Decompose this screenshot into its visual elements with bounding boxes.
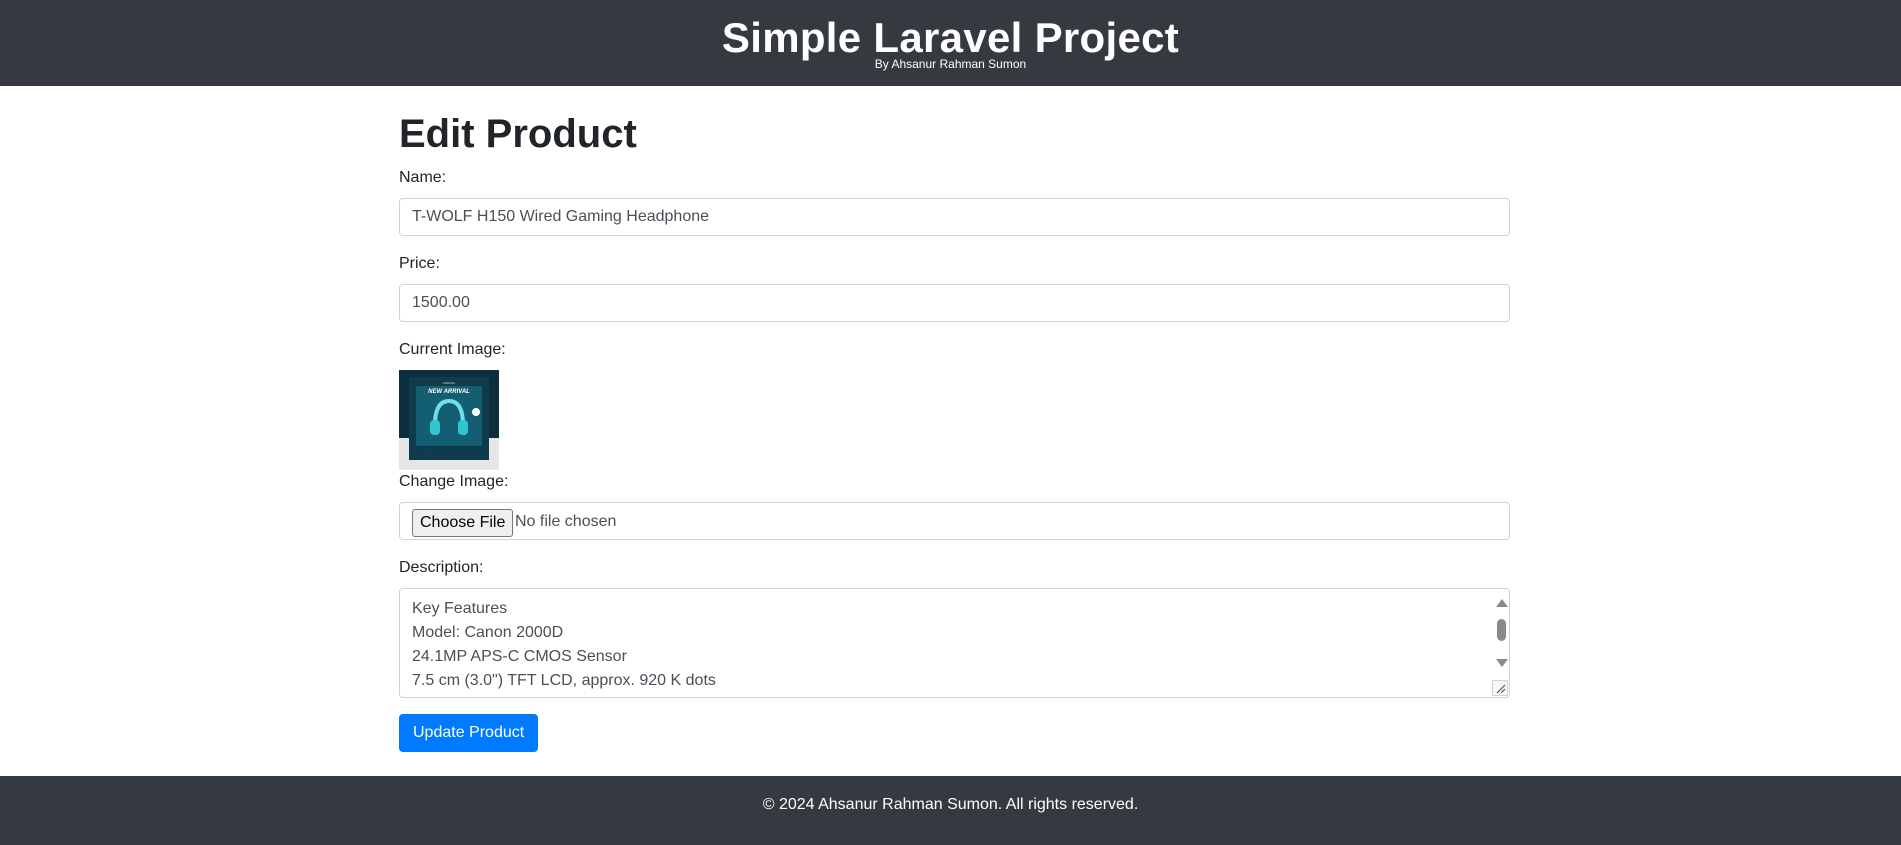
svg-text:NEW ARRIVAL: NEW ARRIVAL bbox=[428, 389, 470, 395]
price-label: Price: bbox=[399, 255, 440, 272]
footer-copyright: © 2024 Ahsanur Rahman Sumon. All rights … bbox=[762, 796, 1139, 813]
file-status-text: No file chosen bbox=[515, 513, 617, 530]
update-product-button[interactable]: Update Product bbox=[399, 714, 539, 752]
site-header: Simple Laravel Project By Ahsanur Rahman… bbox=[0, 0, 1901, 86]
description-scrollbar[interactable] bbox=[1493, 589, 1509, 683]
textarea-resize-handle-icon[interactable] bbox=[1492, 680, 1508, 696]
name-input[interactable]: T-WOLF H150 Wired Gaming Headphone bbox=[399, 198, 1510, 236]
scroll-up-arrow-icon[interactable] bbox=[1496, 599, 1508, 607]
scroll-thumb[interactable] bbox=[1497, 619, 1506, 641]
choose-file-button[interactable]: Choose File bbox=[412, 509, 514, 537]
name-label: Name: bbox=[399, 169, 447, 186]
description-line: Model: Canon 2000D bbox=[412, 624, 564, 641]
description-label: Description: bbox=[399, 559, 484, 576]
price-input[interactable]: 1500.00 bbox=[399, 284, 1510, 322]
image-file-input[interactable]: Choose File No file chosen bbox=[399, 502, 1510, 540]
headphone-product-image: ARRIVAL NEW ARRIVAL bbox=[399, 370, 499, 470]
resize-grip-icon bbox=[1496, 684, 1506, 694]
site-footer: © 2024 Ahsanur Rahman Sumon. All rights … bbox=[0, 776, 1901, 845]
current-product-image: ARRIVAL NEW ARRIVAL bbox=[399, 370, 499, 470]
description-textarea[interactable]: Key Features Model: Canon 2000D 24.1MP A… bbox=[399, 588, 1510, 698]
change-image-label: Change Image: bbox=[399, 473, 509, 490]
description-text: Key Features Model: Canon 2000D 24.1MP A… bbox=[412, 597, 716, 693]
svg-text:ARRIVAL: ARRIVAL bbox=[443, 381, 456, 385]
description-line: Key Features bbox=[412, 600, 508, 617]
page-title: Edit Product bbox=[399, 112, 637, 156]
description-line: 7.5 cm (3.0") TFT LCD, approx. 920 K dot… bbox=[412, 672, 716, 689]
scroll-down-arrow-icon[interactable] bbox=[1496, 659, 1508, 667]
current-image-label: Current Image: bbox=[399, 341, 506, 358]
description-line: 24.1MP APS-C CMOS Sensor bbox=[412, 648, 627, 665]
site-subtitle: By Ahsanur Rahman Sumon bbox=[874, 57, 1027, 71]
